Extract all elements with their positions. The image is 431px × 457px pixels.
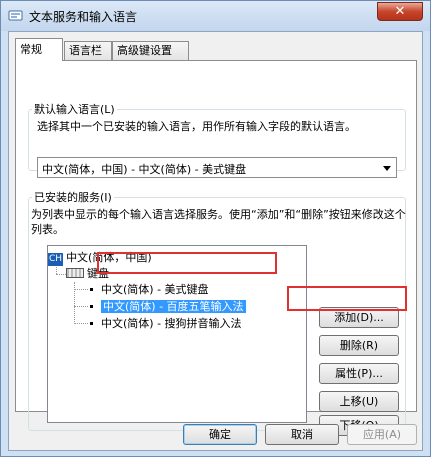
language-badge: CH	[48, 253, 64, 266]
chevron-down-icon[interactable]	[383, 166, 391, 171]
tree-item-label: 中文(简体) - 美式键盘	[101, 283, 209, 296]
apply-button[interactable]: 应用(A)	[347, 424, 417, 445]
bullet-icon	[90, 322, 93, 325]
move-up-button[interactable]: 上移(U)	[319, 391, 399, 412]
dialog-window: 文本服务和输入语言 ✕ 常规 语言栏 高级键设置 默认输入语言(L) 选择其中一…	[0, 0, 431, 457]
tree-item-baidu-wubi[interactable]: 中文(简体) - 百度五笔输入法	[90, 299, 246, 314]
close-icon: ✕	[394, 4, 406, 19]
default-language-select[interactable]: 中文(简体，中国) - 中文(简体) - 美式键盘	[37, 157, 397, 178]
default-language-group: 默认输入语言(L) 选择其中一个已安装的输入语言，用作所有输入字段的默认语言。 …	[28, 101, 406, 178]
installed-services-group: 已安装的服务(I) 为列表中显示的每个输入语言选择服务。使用“添加”和“删除”按…	[28, 189, 406, 436]
remove-button[interactable]: 删除(R)	[319, 335, 399, 356]
bullet-icon	[90, 305, 93, 308]
tree-item-label: 中文(简体) - 搜狗拼音输入法	[101, 317, 242, 330]
tree-node-language[interactable]: CH 中文(简体，中国)	[48, 250, 152, 266]
installed-services-description: 为列表中显示的每个输入语言选择服务。使用“添加”和“删除”按钮来修改这个列表。	[31, 208, 406, 236]
add-button[interactable]: 添加(D)...	[319, 307, 399, 328]
tree-item-sogou-pinyin[interactable]: 中文(简体) - 搜狗拼音输入法	[90, 316, 242, 331]
ok-button[interactable]: 确定	[183, 424, 257, 445]
properties-button[interactable]: 属性(P)...	[319, 363, 399, 384]
tree-node-keyboard[interactable]: 键盘	[66, 266, 109, 281]
language-settings-icon	[8, 10, 23, 21]
default-language-description: 选择其中一个已安装的输入语言，用作所有输入字段的默认语言。	[37, 120, 356, 133]
tree-item-label-selected: 中文(简体) - 百度五笔输入法	[101, 300, 246, 313]
tree-line	[74, 323, 88, 324]
tab-language-bar[interactable]: 语言栏	[64, 41, 112, 60]
keyboard-icon	[66, 268, 84, 278]
tab-advanced-key-settings[interactable]: 高级键设置	[112, 41, 189, 60]
keyboard-label: 键盘	[87, 267, 109, 280]
tab-panel-general: 默认输入语言(L) 选择其中一个已安装的输入语言，用作所有输入字段的默认语言。 …	[15, 60, 417, 436]
cancel-button[interactable]: 取消	[265, 424, 339, 445]
tree-line	[74, 289, 88, 290]
window-title: 文本服务和输入语言	[29, 10, 138, 24]
tree-line	[56, 274, 66, 275]
default-language-legend: 默认输入语言(L)	[34, 103, 115, 116]
tab-general[interactable]: 常规	[15, 38, 63, 61]
installed-services-legend: 已安装的服务(I)	[34, 191, 112, 204]
tree-line	[74, 306, 88, 307]
bullet-icon	[90, 288, 93, 291]
language-label: 中文(简体，中国)	[66, 251, 152, 264]
dialog-client: 常规 语言栏 高级键设置 默认输入语言(L) 选择其中一个已安装的输入语言，用作…	[8, 31, 423, 451]
services-tree[interactable]: CH 中文(简体，中国) 键盘 中文(简体) - 美式键盘 中文(简体) - 百度…	[47, 245, 307, 423]
default-language-value: 中文(简体，中国) - 中文(简体) - 美式键盘	[42, 163, 247, 176]
tree-item-us-keyboard[interactable]: 中文(简体) - 美式键盘	[90, 282, 209, 297]
title-bar[interactable]: 文本服务和输入语言 ✕	[1, 1, 430, 31]
close-button[interactable]: ✕	[377, 2, 423, 21]
